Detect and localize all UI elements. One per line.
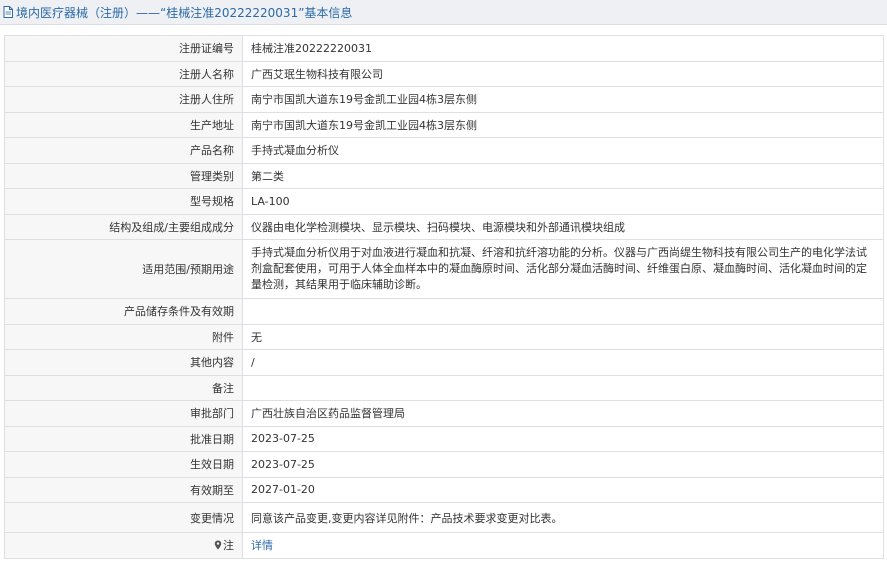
row-label: 注册证编号 — [4, 35, 243, 62]
table-row: 产品储存条件及有效期 — [4, 298, 884, 325]
page-title: 境内医疗器械（注册）——“桂械注准20222220031”基本信息 — [16, 5, 353, 20]
row-value-cell: 详情 — [242, 532, 884, 559]
row-label: 管理类别 — [4, 162, 243, 189]
row-label: 变更情况 — [4, 502, 243, 533]
row-label: 注 — [223, 539, 234, 553]
table-row: 生效日期 2023-07-25 — [4, 451, 884, 478]
table-row: 注册证编号 桂械注准20222220031 — [4, 35, 884, 62]
table-row: 变更情况 同意该产品变更,变更内容详见附件：产品技术要求变更对比表。 — [4, 502, 884, 533]
row-value: LA-100 — [242, 188, 884, 215]
row-value: 广西艾珉生物科技有限公司 — [242, 60, 884, 87]
details-link[interactable]: 详情 — [251, 539, 273, 552]
table-row: 其他内容 / — [4, 349, 884, 376]
table-row: 生产地址 南宁市国凯大道东19号金凯工业园4栋3层东侧 — [4, 111, 884, 138]
row-label: 产品储存条件及有效期 — [4, 298, 243, 325]
row-value: 广西壮族自治区药品监督管理局 — [242, 400, 884, 427]
table-row: 备注 — [4, 374, 884, 401]
row-value: 2027-01-20 — [242, 476, 884, 503]
row-value: 无 — [242, 323, 884, 350]
table-row: 注册人名称 广西艾珉生物科技有限公司 — [4, 60, 884, 87]
info-table: 注册证编号 桂械注准20222220031 注册人名称 广西艾珉生物科技有限公司… — [4, 35, 884, 559]
row-label: 结构及组成/主要组成成分 — [4, 213, 243, 240]
row-label: 其他内容 — [4, 349, 243, 376]
row-value: 2023-07-25 — [242, 425, 884, 452]
row-value: 南宁市国凯大道东19号金凯工业园4栋3层东侧 — [242, 111, 884, 138]
row-label: 产品名称 — [4, 137, 243, 164]
row-value — [242, 298, 884, 325]
row-label: 有效期至 — [4, 476, 243, 503]
table-row: 批准日期 2023-07-25 — [4, 425, 884, 452]
row-value: 2023-07-25 — [242, 451, 884, 478]
row-label: 备注 — [4, 374, 243, 401]
table-row: 管理类别 第二类 — [4, 162, 884, 189]
row-label: 适用范围/预期用途 — [4, 239, 243, 299]
table-row: 附件 无 — [4, 323, 884, 350]
row-value: 南宁市国凯大道东19号金凯工业园4栋3层东侧 — [242, 86, 884, 113]
row-value — [242, 374, 884, 401]
row-label: 批准日期 — [4, 425, 243, 452]
table-row: 注册人住所 南宁市国凯大道东19号金凯工业园4栋3层东侧 — [4, 86, 884, 113]
row-label: 型号规格 — [4, 188, 243, 215]
row-value: 第二类 — [242, 162, 884, 189]
row-label: 审批部门 — [4, 400, 243, 427]
row-label: 注册人名称 — [4, 60, 243, 87]
table-row: 适用范围/预期用途 手持式凝血分析仪用于对血液进行凝血和抗凝、纤溶和抗纤溶功能的… — [4, 239, 884, 299]
row-value: 桂械注准20222220031 — [242, 35, 884, 62]
table-row: 审批部门 广西壮族自治区药品监督管理局 — [4, 400, 884, 427]
row-value: 手持式凝血分析仪用于对血液进行凝血和抗凝、纤溶和抗纤溶功能的分析。仪器与广西尚缇… — [242, 239, 884, 299]
row-value: 仪器由电化学检测模块、显示模块、扫码模块、电源模块和外部通讯模块组成 — [242, 213, 884, 240]
row-label: 注册人住所 — [4, 86, 243, 113]
table-row: 产品名称 手持式凝血分析仪 — [4, 137, 884, 164]
note-label-cell: 注 — [4, 532, 243, 559]
document-icon — [3, 6, 13, 18]
row-value: / — [242, 349, 884, 376]
row-label: 附件 — [4, 323, 243, 350]
table-row: 结构及组成/主要组成成分 仪器由电化学检测模块、显示模块、扫码模块、电源模块和外… — [4, 213, 884, 240]
table-row: 有效期至 2027-01-20 — [4, 476, 884, 503]
map-pin-icon — [214, 540, 222, 550]
table-row: 型号规格 LA-100 — [4, 188, 884, 215]
row-label: 生产地址 — [4, 111, 243, 138]
row-label: 生效日期 — [4, 451, 243, 478]
table-row: 注 详情 — [4, 532, 884, 559]
row-value: 同意该产品变更,变更内容详见附件：产品技术要求变更对比表。 — [242, 502, 884, 533]
page-header: 境内医疗器械（注册）——“桂械注准20222220031”基本信息 — [0, 0, 887, 25]
row-value: 手持式凝血分析仪 — [242, 137, 884, 164]
